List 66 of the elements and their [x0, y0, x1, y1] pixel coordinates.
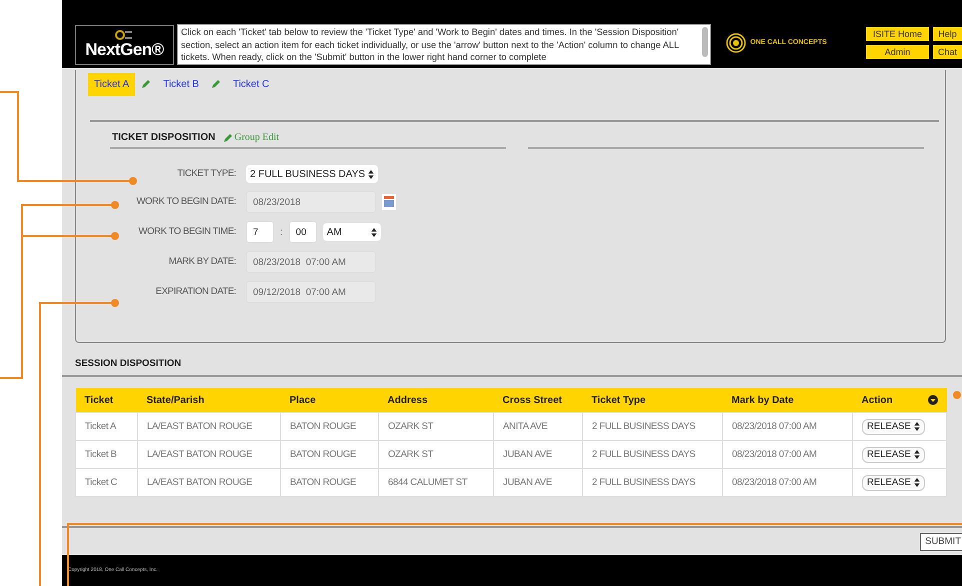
field-label: TICKET TYPE: [176, 168, 236, 180]
period-select[interactable]: AM [322, 223, 381, 241]
updown-arrows-icon [914, 478, 920, 487]
column-header: Place [280, 388, 378, 412]
field-label: WORK TO BEGIN DATE: [135, 196, 236, 208]
header-button[interactable]: ISITE Home [866, 26, 929, 40]
pencil-icon [210, 79, 221, 89]
logo-mark-icon [115, 30, 134, 40]
ticket-tab[interactable]: Ticket B [157, 72, 205, 96]
submit-button[interactable]: SUBMIT [920, 532, 962, 550]
table-cell: 08/23/2018 07:00 AM [722, 468, 852, 496]
section-title: TICKET DISPOSITION [112, 132, 216, 143]
table-cell: Ticket B [76, 440, 138, 468]
updown-arrows-icon [370, 228, 377, 236]
action-select[interactable]: RELEASE [862, 474, 925, 490]
field-label: EXPIRATION DATE: [154, 286, 236, 298]
table-cell: 2 FULL BUSINESS DAYS [582, 440, 722, 468]
column-header: Ticket [76, 388, 138, 412]
updown-arrows-icon [914, 450, 920, 459]
hour-field[interactable]: 7 [246, 221, 274, 243]
table-cell: 2 FULL BUSINESS DAYS [582, 468, 722, 496]
pencil-icon [141, 79, 152, 89]
table-cell: BATON ROUGE [280, 440, 378, 468]
table-cell: 08/23/2018 07:00 AM [722, 412, 852, 440]
table-cell: OZARK ST [378, 412, 494, 440]
table-cell: BATON ROUGE [280, 412, 378, 440]
table-cell: LA/EAST BATON ROUGE [138, 468, 280, 496]
table-cell: Ticket A [76, 412, 138, 440]
field-label: WORK TO BEGIN TIME: [138, 226, 236, 238]
table-cell: BATON ROUGE [280, 468, 378, 496]
table-cell: JUBAN AVE [494, 468, 582, 496]
table-cell: 08/23/2018 07:00 AM [722, 440, 852, 468]
table-cell: JUBAN AVE [494, 440, 582, 468]
ticket-tab[interactable]: Ticket A [88, 72, 136, 96]
concentric-circles-icon [726, 32, 746, 52]
table-cell: 2 FULL BUSINESS DAYS [582, 412, 722, 440]
table-cell: Ticket C [76, 468, 138, 496]
updown-arrows-icon [914, 422, 920, 431]
field-label: MARK BY DATE: [168, 256, 236, 268]
table-cell: LA/EAST BATON ROUGE [138, 440, 280, 468]
header-button[interactable]: Admin [866, 44, 929, 58]
table-cell: OZARK ST [378, 440, 494, 468]
column-header: Cross Street [494, 388, 582, 412]
action-select[interactable]: RELEASE [862, 446, 925, 462]
column-header-text: Action [862, 394, 893, 406]
logo-text: NextGen® [85, 40, 164, 60]
leader-dot [953, 391, 961, 399]
minute-field[interactable]: 00 [288, 221, 317, 243]
section-title: SESSION DISPOSITION [75, 357, 182, 371]
column-header: Ticket Type [582, 388, 722, 412]
updown-arrows-icon [368, 170, 374, 178]
header-button[interactable]: Help [932, 26, 962, 40]
ticket-tab[interactable]: Ticket C [226, 72, 276, 96]
time-separator: : [280, 226, 283, 238]
column-header: Mark by Date [722, 388, 852, 412]
ticket-type-select[interactable]: 2 FULL BUSINESS DAYS [246, 165, 378, 183]
table-cell: 6844 CALUMET ST [378, 468, 494, 496]
table-cell: LA/EAST BATON ROUGE [138, 412, 280, 440]
instructions-text: Click on each 'Ticket' tab below to review the 'Ticket Type' and 'Work to Begin' dates and times. In the 'Session Disposition' section, select an action item for each ticket individually, or use the 'arrow' button next to the 'Action' column to change ALL tickets. When ready, click on the 'Submit' button in the lower right hand corner to complete [176, 24, 712, 65]
column-header: State/Parish [138, 388, 280, 412]
header-button[interactable]: Chat [932, 44, 962, 58]
pencil-icon [223, 132, 234, 142]
action-select[interactable]: RELEASE [862, 418, 925, 434]
column-header: Address [378, 388, 494, 412]
calendar-icon[interactable] [382, 194, 396, 210]
table-cell: ANITA AVE [494, 412, 582, 440]
